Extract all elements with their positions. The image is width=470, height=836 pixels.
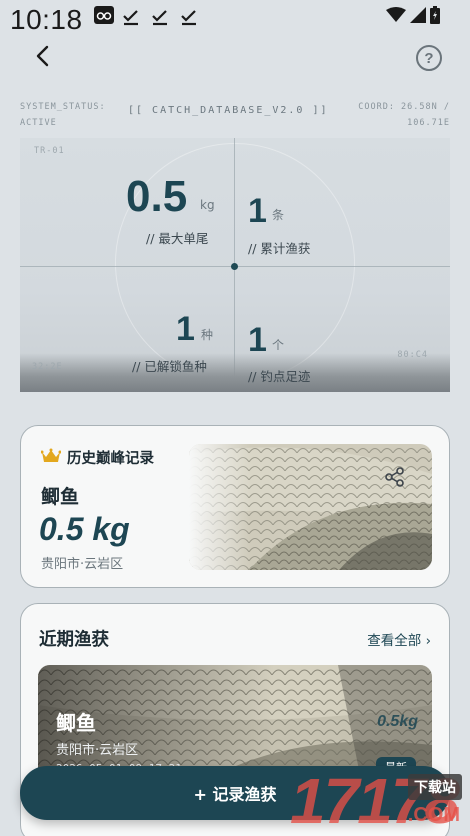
status-time: 10:18	[10, 4, 83, 35]
record-title: 历史巅峰记录	[40, 447, 154, 468]
check-icon	[122, 8, 140, 30]
system-icons	[386, 6, 440, 28]
crown-icon	[40, 448, 62, 468]
status-bar: 10:18	[0, 0, 470, 36]
grid-center-dot	[231, 263, 238, 270]
max-single-value: 0.5	[126, 172, 188, 221]
back-button[interactable]	[28, 44, 56, 72]
record-fish-name: 鲫鱼	[41, 486, 80, 508]
wifi-icon	[386, 7, 406, 27]
corner-label-bottom-right: 80:C4	[397, 350, 428, 360]
help-button[interactable]: ?	[416, 45, 442, 71]
catch-fish-name: 鲫鱼	[56, 711, 96, 735]
battery-icon	[430, 6, 440, 28]
coordinates: COORD: 26.58N / 106.71E	[330, 99, 450, 131]
chevron-left-icon	[35, 45, 49, 71]
coord-latitude: COORD: 26.58N /	[358, 102, 450, 112]
system-status-value: ACTIVE	[20, 118, 57, 128]
record-fish-photo	[189, 444, 432, 570]
view-all-link[interactable]: 查看全部 ›	[367, 629, 431, 649]
catch-weight: 0.5kg	[377, 713, 418, 730]
panel-bottom-shade	[20, 353, 450, 392]
system-status-label: SYSTEM_STATUS:	[20, 102, 106, 112]
signal-icon	[410, 7, 426, 27]
total-catch-unit: 条	[272, 208, 285, 222]
check-icon	[180, 8, 198, 30]
max-single-label: // 最大单尾	[146, 231, 209, 246]
spots-unit: 个	[272, 338, 285, 352]
system-status: SYSTEM_STATUS: ACTIVE	[20, 99, 130, 131]
record-card[interactable]: 历史巅峰记录 鲫鱼 0.5 kg 贵阳市·云岩区	[20, 425, 450, 588]
total-catch-label: // 累计渔获	[248, 241, 311, 256]
coord-longitude: 106.71E	[407, 118, 450, 128]
recent-catches-title: 近期渔获	[39, 630, 109, 650]
app-notification-icon	[94, 6, 114, 28]
species-unit: 种	[201, 328, 214, 342]
corner-label-top-left: TR-01	[34, 146, 65, 156]
share-button[interactable]	[384, 466, 406, 488]
record-catch-button[interactable]: + 记录渔获	[20, 766, 450, 820]
record-location: 贵阳市·云岩区	[41, 557, 124, 572]
total-catch-value: 1	[248, 192, 267, 230]
catch-location: 贵阳市·云岩区	[56, 743, 139, 758]
stats-panel: TR-01 32:2E 80:C4 0.5 kg // 最大单尾 1 条 // …	[20, 138, 450, 392]
question-circle-icon: ?	[424, 49, 434, 67]
database-title: [[ CATCH_DATABASE_V2.0 ]]	[128, 105, 329, 116]
share-icon	[384, 467, 406, 492]
corner-label-bottom-left: 32:2E	[32, 362, 63, 372]
record-weight: 0.5 kg	[39, 511, 130, 547]
record-title-text: 历史巅峰记录	[67, 451, 154, 467]
species-label: // 已解锁鱼种	[132, 359, 207, 374]
species-value: 1	[176, 310, 195, 348]
max-single-unit: kg	[200, 198, 215, 212]
spots-label: // 钓点足迹	[248, 369, 311, 384]
check-icon	[151, 8, 169, 30]
